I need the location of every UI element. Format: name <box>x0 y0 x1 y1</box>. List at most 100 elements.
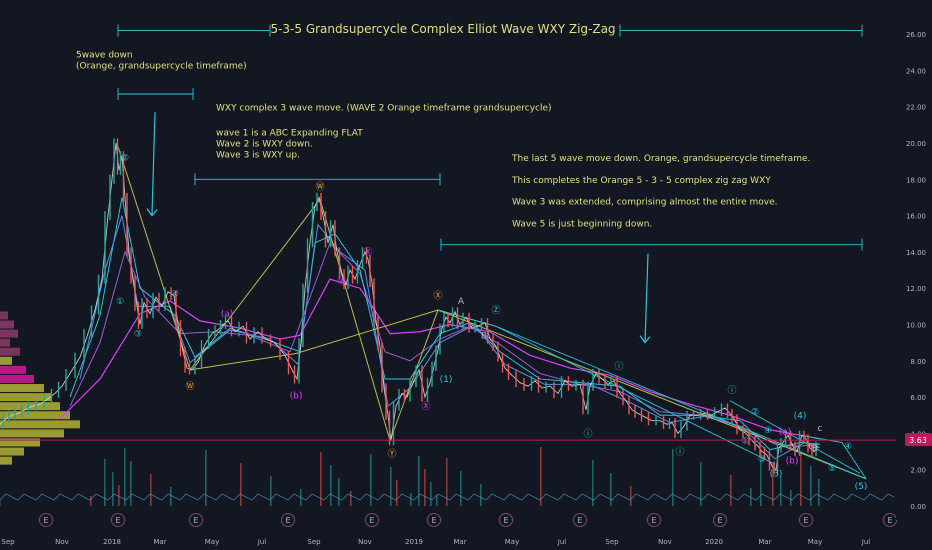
wave-marker: (4) <box>794 411 807 421</box>
volume-profile-bar <box>0 456 12 465</box>
y-tick-label: 10.00 <box>906 322 926 330</box>
x-tick-label: May <box>505 538 519 546</box>
volume-bar <box>370 454 372 506</box>
y-tick-label: 8.00 <box>910 358 926 366</box>
volume-profile-bar <box>0 338 10 347</box>
volume-profile-bar <box>0 356 12 365</box>
earnings-event-letter: E <box>43 516 48 525</box>
volume-bar <box>124 448 126 506</box>
wave-marker: ⑤ <box>828 464 836 474</box>
volume-bar <box>418 456 420 506</box>
y-tick-label: 6.00 <box>910 394 926 402</box>
volume-bar <box>396 480 398 506</box>
wave-marker: ① <box>741 437 749 447</box>
x-tick-label: Mar <box>153 538 166 546</box>
wave-marker: ② <box>121 154 129 164</box>
5wave-down-note: (Orange, grandsupercycle timeframe) <box>76 62 247 72</box>
volume-bar <box>818 479 820 506</box>
volume-bar <box>205 450 207 506</box>
y-tick-label: 26.00 <box>906 31 926 39</box>
y-tick-label: 0.00 <box>910 503 926 511</box>
x-tick-label: Mar <box>453 538 466 546</box>
wave-marker: B <box>481 331 487 341</box>
chart-title: 5-3-5 Grandsupercycle Complex Elliot Wav… <box>270 22 615 36</box>
volume-bar <box>436 495 438 506</box>
wave-marker: (a) <box>779 428 792 438</box>
wave-marker: (b) <box>786 457 799 467</box>
x-tick-label: 2020 <box>705 538 723 546</box>
volume-profile-bar <box>0 329 18 338</box>
wave-detail-note: Wave 3 is WXY up. <box>216 151 300 161</box>
volume-bar <box>130 461 132 506</box>
volume-bar <box>350 491 352 506</box>
earnings-event-letter: E <box>887 516 892 525</box>
earnings-event-letter: E <box>651 516 656 525</box>
5wave-down-note: 5wave down <box>76 51 133 61</box>
earnings-event-letter: E <box>431 516 436 525</box>
price-chart[interactable]: ① ② ③ ④ Ⓦ (a) (b) Ⓦ Ⓧ Ⓦ Ⓨ Ⓧ Ⓧ (1) Ⓩⓘ ⓘ ⓘ ⓘ ① ② ③ ④ (a) (b) (4) (3… <box>0 0 932 550</box>
wave-marker: ④ <box>764 426 772 436</box>
last-5-wave-note-3: Wave 3 was extended, comprising almost t… <box>512 198 778 208</box>
volume-profile-bar <box>0 384 44 393</box>
volume-bar <box>330 465 332 506</box>
wave-detail-note: Wave 2 is WXY down. <box>216 140 313 150</box>
volume-bar <box>800 453 802 506</box>
wave-marker: (a) <box>221 310 234 320</box>
x-tick-label: Nov <box>358 538 372 546</box>
volume-profile-bar <box>0 429 64 438</box>
wave-marker: (5) <box>855 482 868 492</box>
volume-bar <box>430 482 432 506</box>
volume-bar <box>730 475 732 506</box>
wave-detail-note: wave 1 is a ABC Expanding FLAT <box>216 129 363 139</box>
volume-profile-bar <box>0 411 70 420</box>
volume-profile-bar <box>0 320 14 329</box>
earnings-event-letter: E <box>503 516 508 525</box>
chart-background <box>0 0 932 550</box>
volume-profile-bar <box>0 420 80 429</box>
wave-marker: Ⓧ <box>363 247 372 258</box>
x-tick-label: May <box>205 538 219 546</box>
volume-bar <box>480 484 482 506</box>
wave-marker: Ⓦ <box>337 276 346 287</box>
wave-marker: Ⓧ <box>421 401 430 412</box>
x-tick-label: May <box>808 538 822 546</box>
volume-bar <box>112 472 114 506</box>
x-tick-label: Sep <box>1 538 15 546</box>
volume-profile-bar <box>0 447 24 456</box>
x-tick-label: Nov <box>55 538 69 546</box>
earnings-event-letter: E <box>717 516 722 525</box>
last-price-label: 3.63 <box>909 436 927 445</box>
wave-marker: Ⓦ <box>185 381 194 392</box>
volume-bar <box>790 490 792 506</box>
wave-marker: (3) <box>770 469 783 479</box>
x-tick-label: Jul <box>861 538 871 546</box>
volume-bar <box>672 449 674 506</box>
earnings-event-letter: E <box>285 516 290 525</box>
wave-marker: ⓘ <box>583 428 592 439</box>
volume-bar <box>338 478 340 506</box>
y-tick-label: 24.00 <box>906 67 926 75</box>
wave-marker: ⓘ <box>614 361 623 372</box>
volume-profile-bar <box>0 347 20 356</box>
x-tick-label: 2019 <box>405 538 423 546</box>
y-tick-label: 22.00 <box>906 104 926 112</box>
volume-bar <box>150 474 152 506</box>
last-5-wave-note-1: The last 5 wave move down. Orange, grand… <box>511 154 810 164</box>
wave-marker: (1) <box>440 375 453 385</box>
wave-marker: c <box>818 424 823 434</box>
wave-marker: Ⓨ <box>387 448 396 459</box>
wave-marker: B <box>812 444 818 454</box>
y-tick-label: 18.00 <box>906 176 926 184</box>
last-5-wave-note-4: Wave 5 is just beginning down. <box>512 219 652 229</box>
volume-profile-bar <box>0 311 8 320</box>
y-tick-label: 20.00 <box>906 140 926 148</box>
last-5-wave-note-2: This completes the Orange 5 - 3 - 5 comp… <box>511 176 771 186</box>
x-tick-label: 2018 <box>103 538 121 546</box>
y-tick-label: 2.00 <box>910 467 926 475</box>
x-tick-label: Jul <box>557 538 567 546</box>
y-tick-label: 12.00 <box>906 285 926 293</box>
wave-marker: Ⓩ <box>491 305 500 316</box>
wave-marker: ① <box>116 297 124 307</box>
earnings-event-letter: E <box>115 516 120 525</box>
volume-bar <box>780 477 782 506</box>
